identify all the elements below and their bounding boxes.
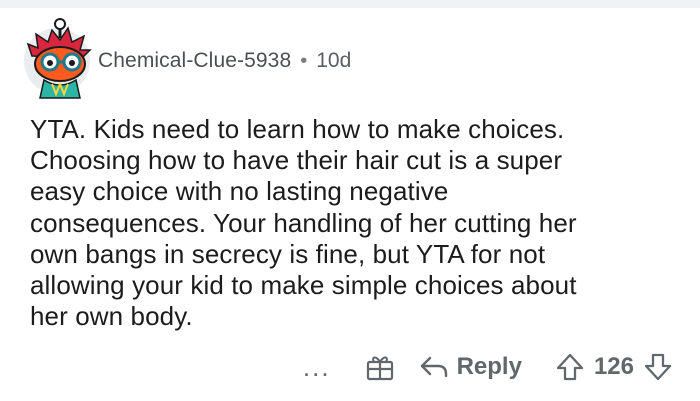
avatar[interactable] bbox=[24, 18, 92, 99]
comment-line: easy choice with no lasting negative bbox=[30, 176, 449, 207]
comment-line: allowing your kid to make simple choices… bbox=[30, 270, 577, 301]
comment-age: 10d bbox=[316, 49, 352, 72]
reddit-snoo-avatar-icon bbox=[26, 18, 92, 99]
downvote-button[interactable] bbox=[644, 352, 672, 382]
comment: Chemical-Clue-5938 • 10d YTA. Kids need … bbox=[0, 0, 700, 401]
comment-meta: Chemical-Clue-5938 • 10d bbox=[98, 49, 351, 73]
comment-body: YTA. Kids need to learn how to make choi… bbox=[30, 114, 670, 332]
comment-line: Choosing how to have their hair cut is a… bbox=[30, 145, 563, 176]
comment-header: Chemical-Clue-5938 • 10d bbox=[24, 18, 351, 100]
vote-controls: 126 bbox=[556, 352, 672, 382]
username-link[interactable]: Chemical-Clue-5938 bbox=[98, 49, 291, 73]
comment-line: own bangs in secrecy is fine, but YTA fo… bbox=[30, 238, 546, 269]
reply-arrow-icon bbox=[420, 356, 447, 378]
upvote-arrow-icon bbox=[556, 353, 584, 381]
award-button[interactable] bbox=[365, 352, 395, 382]
comment-line: YTA. Kids need to learn how to make choi… bbox=[30, 114, 565, 144]
upvote-button[interactable] bbox=[556, 352, 584, 382]
reply-button[interactable]: Reply bbox=[419, 353, 522, 381]
vote-count: 126 bbox=[593, 353, 634, 380]
award-gift-icon bbox=[366, 356, 393, 381]
reply-label: Reply bbox=[456, 353, 522, 380]
more-options-button[interactable]: ... bbox=[303, 352, 331, 383]
comment-actions: ... Reply 126 bbox=[303, 345, 672, 389]
downvote-arrow-icon bbox=[644, 353, 672, 381]
comment-line: her own body. bbox=[30, 301, 193, 332]
meta-separator: • bbox=[300, 49, 308, 72]
comment-line: consequences. Your handling of her cutti… bbox=[30, 207, 577, 238]
